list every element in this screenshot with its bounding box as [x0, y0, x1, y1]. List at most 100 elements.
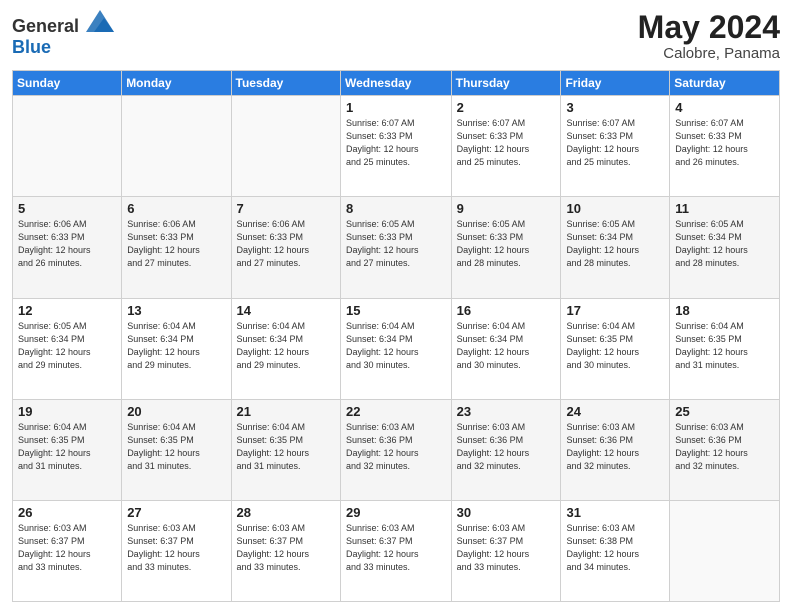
header-row: SundayMondayTuesdayWednesdayThursdayFrid… — [13, 71, 780, 96]
calendar-cell: 13 Sunrise: 6:04 AM Sunset: 6:34 PM Dayli… — [122, 298, 231, 399]
calendar-cell: 6Sunrise: 6:06 AM Sunset: 6:33 PM Daylig… — [122, 197, 231, 298]
week-row-4: 19 Sunrise: 6:04 AM Sunset: 6:35 PM Dayli… — [13, 399, 780, 500]
col-header-sunday: Sunday — [13, 71, 122, 96]
day-number: 4 — [675, 100, 774, 115]
day-info: Sunrise: 6:03 AM Sunset: 6:36 PM Dayligh… — [346, 421, 446, 473]
day-number: 26 — [18, 505, 116, 520]
calendar-cell: 24Sunrise: 6:03 AM Sunset: 6:36 PM Dayli… — [561, 399, 670, 500]
day-info: Sunrise: 6:06 AM Sunset: 6:33 PM Dayligh… — [18, 218, 116, 270]
day-number: 7 — [237, 201, 335, 216]
day-info: Sunrise: 6:04 AM Sunset: 6:34 PM Dayligh… — [127, 320, 225, 372]
calendar-cell: 30 Sunrise: 6:03 AM Sunset: 6:37 PM Dayli… — [451, 500, 561, 601]
day-number: 16 — [457, 303, 556, 318]
calendar-cell: 31 Sunrise: 6:03 AM Sunset: 6:38 PM Dayli… — [561, 500, 670, 601]
calendar-cell: 1 Sunrise: 6:07 AM Sunset: 6:33 PM Daylig… — [340, 96, 451, 197]
day-number: 22 — [346, 404, 446, 419]
logo-general: General — [12, 16, 79, 36]
calendar-cell: 11Sunrise: 6:05 AM Sunset: 6:34 PM Dayli… — [670, 197, 780, 298]
day-info: Sunrise: 6:03 AM Sunset: 6:38 PM Dayligh… — [566, 522, 664, 574]
calendar-cell: 15Sunrise: 6:04 AM Sunset: 6:34 PM Dayli… — [340, 298, 451, 399]
day-number: 13 — [127, 303, 225, 318]
calendar-cell: 10Sunrise: 6:05 AM Sunset: 6:34 PM Dayli… — [561, 197, 670, 298]
calendar-cell: 2 Sunrise: 6:07 AM Sunset: 6:33 PM Daylig… — [451, 96, 561, 197]
day-info: Sunrise: 6:03 AM Sunset: 6:37 PM Dayligh… — [18, 522, 116, 574]
calendar-cell: 27Sunrise: 6:03 AM Sunset: 6:37 PM Dayli… — [122, 500, 231, 601]
logo: General Blue — [12, 10, 114, 58]
week-row-2: 5 Sunrise: 6:06 AM Sunset: 6:33 PM Daylig… — [13, 197, 780, 298]
day-number: 30 — [457, 505, 556, 520]
calendar-cell: 7 Sunrise: 6:06 AM Sunset: 6:33 PM Daylig… — [231, 197, 340, 298]
calendar-cell: 26 Sunrise: 6:03 AM Sunset: 6:37 PM Dayli… — [13, 500, 122, 601]
calendar-cell — [670, 500, 780, 601]
title-block: May 2024 Calobre, Panama — [638, 10, 780, 62]
day-info: Sunrise: 6:04 AM Sunset: 6:34 PM Dayligh… — [457, 320, 556, 372]
logo-icon — [86, 10, 114, 32]
day-number: 1 — [346, 100, 446, 115]
day-number: 18 — [675, 303, 774, 318]
day-number: 11 — [675, 201, 774, 216]
day-number: 29 — [346, 505, 446, 520]
day-info: Sunrise: 6:03 AM Sunset: 6:36 PM Dayligh… — [457, 421, 556, 473]
day-number: 15 — [346, 303, 446, 318]
day-number: 20 — [127, 404, 225, 419]
calendar-cell: 12Sunrise: 6:05 AM Sunset: 6:34 PM Dayli… — [13, 298, 122, 399]
day-info: Sunrise: 6:05 AM Sunset: 6:33 PM Dayligh… — [346, 218, 446, 270]
day-info: Sunrise: 6:07 AM Sunset: 6:33 PM Dayligh… — [566, 117, 664, 169]
page: General Blue May 2024 Calobre, Panama Su… — [0, 0, 792, 612]
week-row-5: 26 Sunrise: 6:03 AM Sunset: 6:37 PM Dayli… — [13, 500, 780, 601]
day-number: 6 — [127, 201, 225, 216]
calendar-table: SundayMondayTuesdayWednesdayThursdayFrid… — [12, 70, 780, 602]
day-number: 19 — [18, 404, 116, 419]
day-info: Sunrise: 6:07 AM Sunset: 6:33 PM Dayligh… — [346, 117, 446, 169]
day-info: Sunrise: 6:07 AM Sunset: 6:33 PM Dayligh… — [675, 117, 774, 169]
day-info: Sunrise: 6:03 AM Sunset: 6:36 PM Dayligh… — [675, 421, 774, 473]
day-number: 24 — [566, 404, 664, 419]
col-header-tuesday: Tuesday — [231, 71, 340, 96]
col-header-monday: Monday — [122, 71, 231, 96]
day-info: Sunrise: 6:04 AM Sunset: 6:35 PM Dayligh… — [566, 320, 664, 372]
logo-blue: Blue — [12, 37, 51, 57]
day-info: Sunrise: 6:04 AM Sunset: 6:35 PM Dayligh… — [127, 421, 225, 473]
day-info: Sunrise: 6:03 AM Sunset: 6:37 PM Dayligh… — [127, 522, 225, 574]
header: General Blue May 2024 Calobre, Panama — [12, 10, 780, 62]
day-number: 3 — [566, 100, 664, 115]
day-number: 10 — [566, 201, 664, 216]
calendar-cell: 20 Sunrise: 6:04 AM Sunset: 6:35 PM Dayli… — [122, 399, 231, 500]
day-info: Sunrise: 6:06 AM Sunset: 6:33 PM Dayligh… — [237, 218, 335, 270]
calendar-cell — [122, 96, 231, 197]
logo-text: General Blue — [12, 10, 114, 58]
col-header-friday: Friday — [561, 71, 670, 96]
day-info: Sunrise: 6:07 AM Sunset: 6:33 PM Dayligh… — [457, 117, 556, 169]
calendar-cell: 17Sunrise: 6:04 AM Sunset: 6:35 PM Dayli… — [561, 298, 670, 399]
day-info: Sunrise: 6:03 AM Sunset: 6:37 PM Dayligh… — [457, 522, 556, 574]
day-number: 9 — [457, 201, 556, 216]
day-number: 31 — [566, 505, 664, 520]
calendar-cell: 29 Sunrise: 6:03 AM Sunset: 6:37 PM Dayli… — [340, 500, 451, 601]
calendar-cell — [13, 96, 122, 197]
day-number: 21 — [237, 404, 335, 419]
calendar-cell: 3 Sunrise: 6:07 AM Sunset: 6:33 PM Daylig… — [561, 96, 670, 197]
calendar-cell: 25Sunrise: 6:03 AM Sunset: 6:36 PM Dayli… — [670, 399, 780, 500]
calendar-cell: 21 Sunrise: 6:04 AM Sunset: 6:35 PM Dayli… — [231, 399, 340, 500]
day-info: Sunrise: 6:04 AM Sunset: 6:35 PM Dayligh… — [18, 421, 116, 473]
day-number: 14 — [237, 303, 335, 318]
col-header-wednesday: Wednesday — [340, 71, 451, 96]
day-number: 2 — [457, 100, 556, 115]
day-number: 28 — [237, 505, 335, 520]
calendar-cell: 14Sunrise: 6:04 AM Sunset: 6:34 PM Dayli… — [231, 298, 340, 399]
calendar-cell: 28Sunrise: 6:03 AM Sunset: 6:37 PM Dayli… — [231, 500, 340, 601]
day-info: Sunrise: 6:04 AM Sunset: 6:35 PM Dayligh… — [237, 421, 335, 473]
day-number: 8 — [346, 201, 446, 216]
day-number: 12 — [18, 303, 116, 318]
calendar-cell: 23 Sunrise: 6:03 AM Sunset: 6:36 PM Dayli… — [451, 399, 561, 500]
day-number: 5 — [18, 201, 116, 216]
calendar-cell: 18 Sunrise: 6:04 AM Sunset: 6:35 PM Dayli… — [670, 298, 780, 399]
day-number: 23 — [457, 404, 556, 419]
calendar-cell: 9Sunrise: 6:05 AM Sunset: 6:33 PM Daylig… — [451, 197, 561, 298]
calendar-cell: 5 Sunrise: 6:06 AM Sunset: 6:33 PM Daylig… — [13, 197, 122, 298]
calendar-cell — [231, 96, 340, 197]
week-row-1: 1 Sunrise: 6:07 AM Sunset: 6:33 PM Daylig… — [13, 96, 780, 197]
day-info: Sunrise: 6:03 AM Sunset: 6:37 PM Dayligh… — [346, 522, 446, 574]
month-year: May 2024 — [638, 10, 780, 45]
day-info: Sunrise: 6:04 AM Sunset: 6:35 PM Dayligh… — [675, 320, 774, 372]
